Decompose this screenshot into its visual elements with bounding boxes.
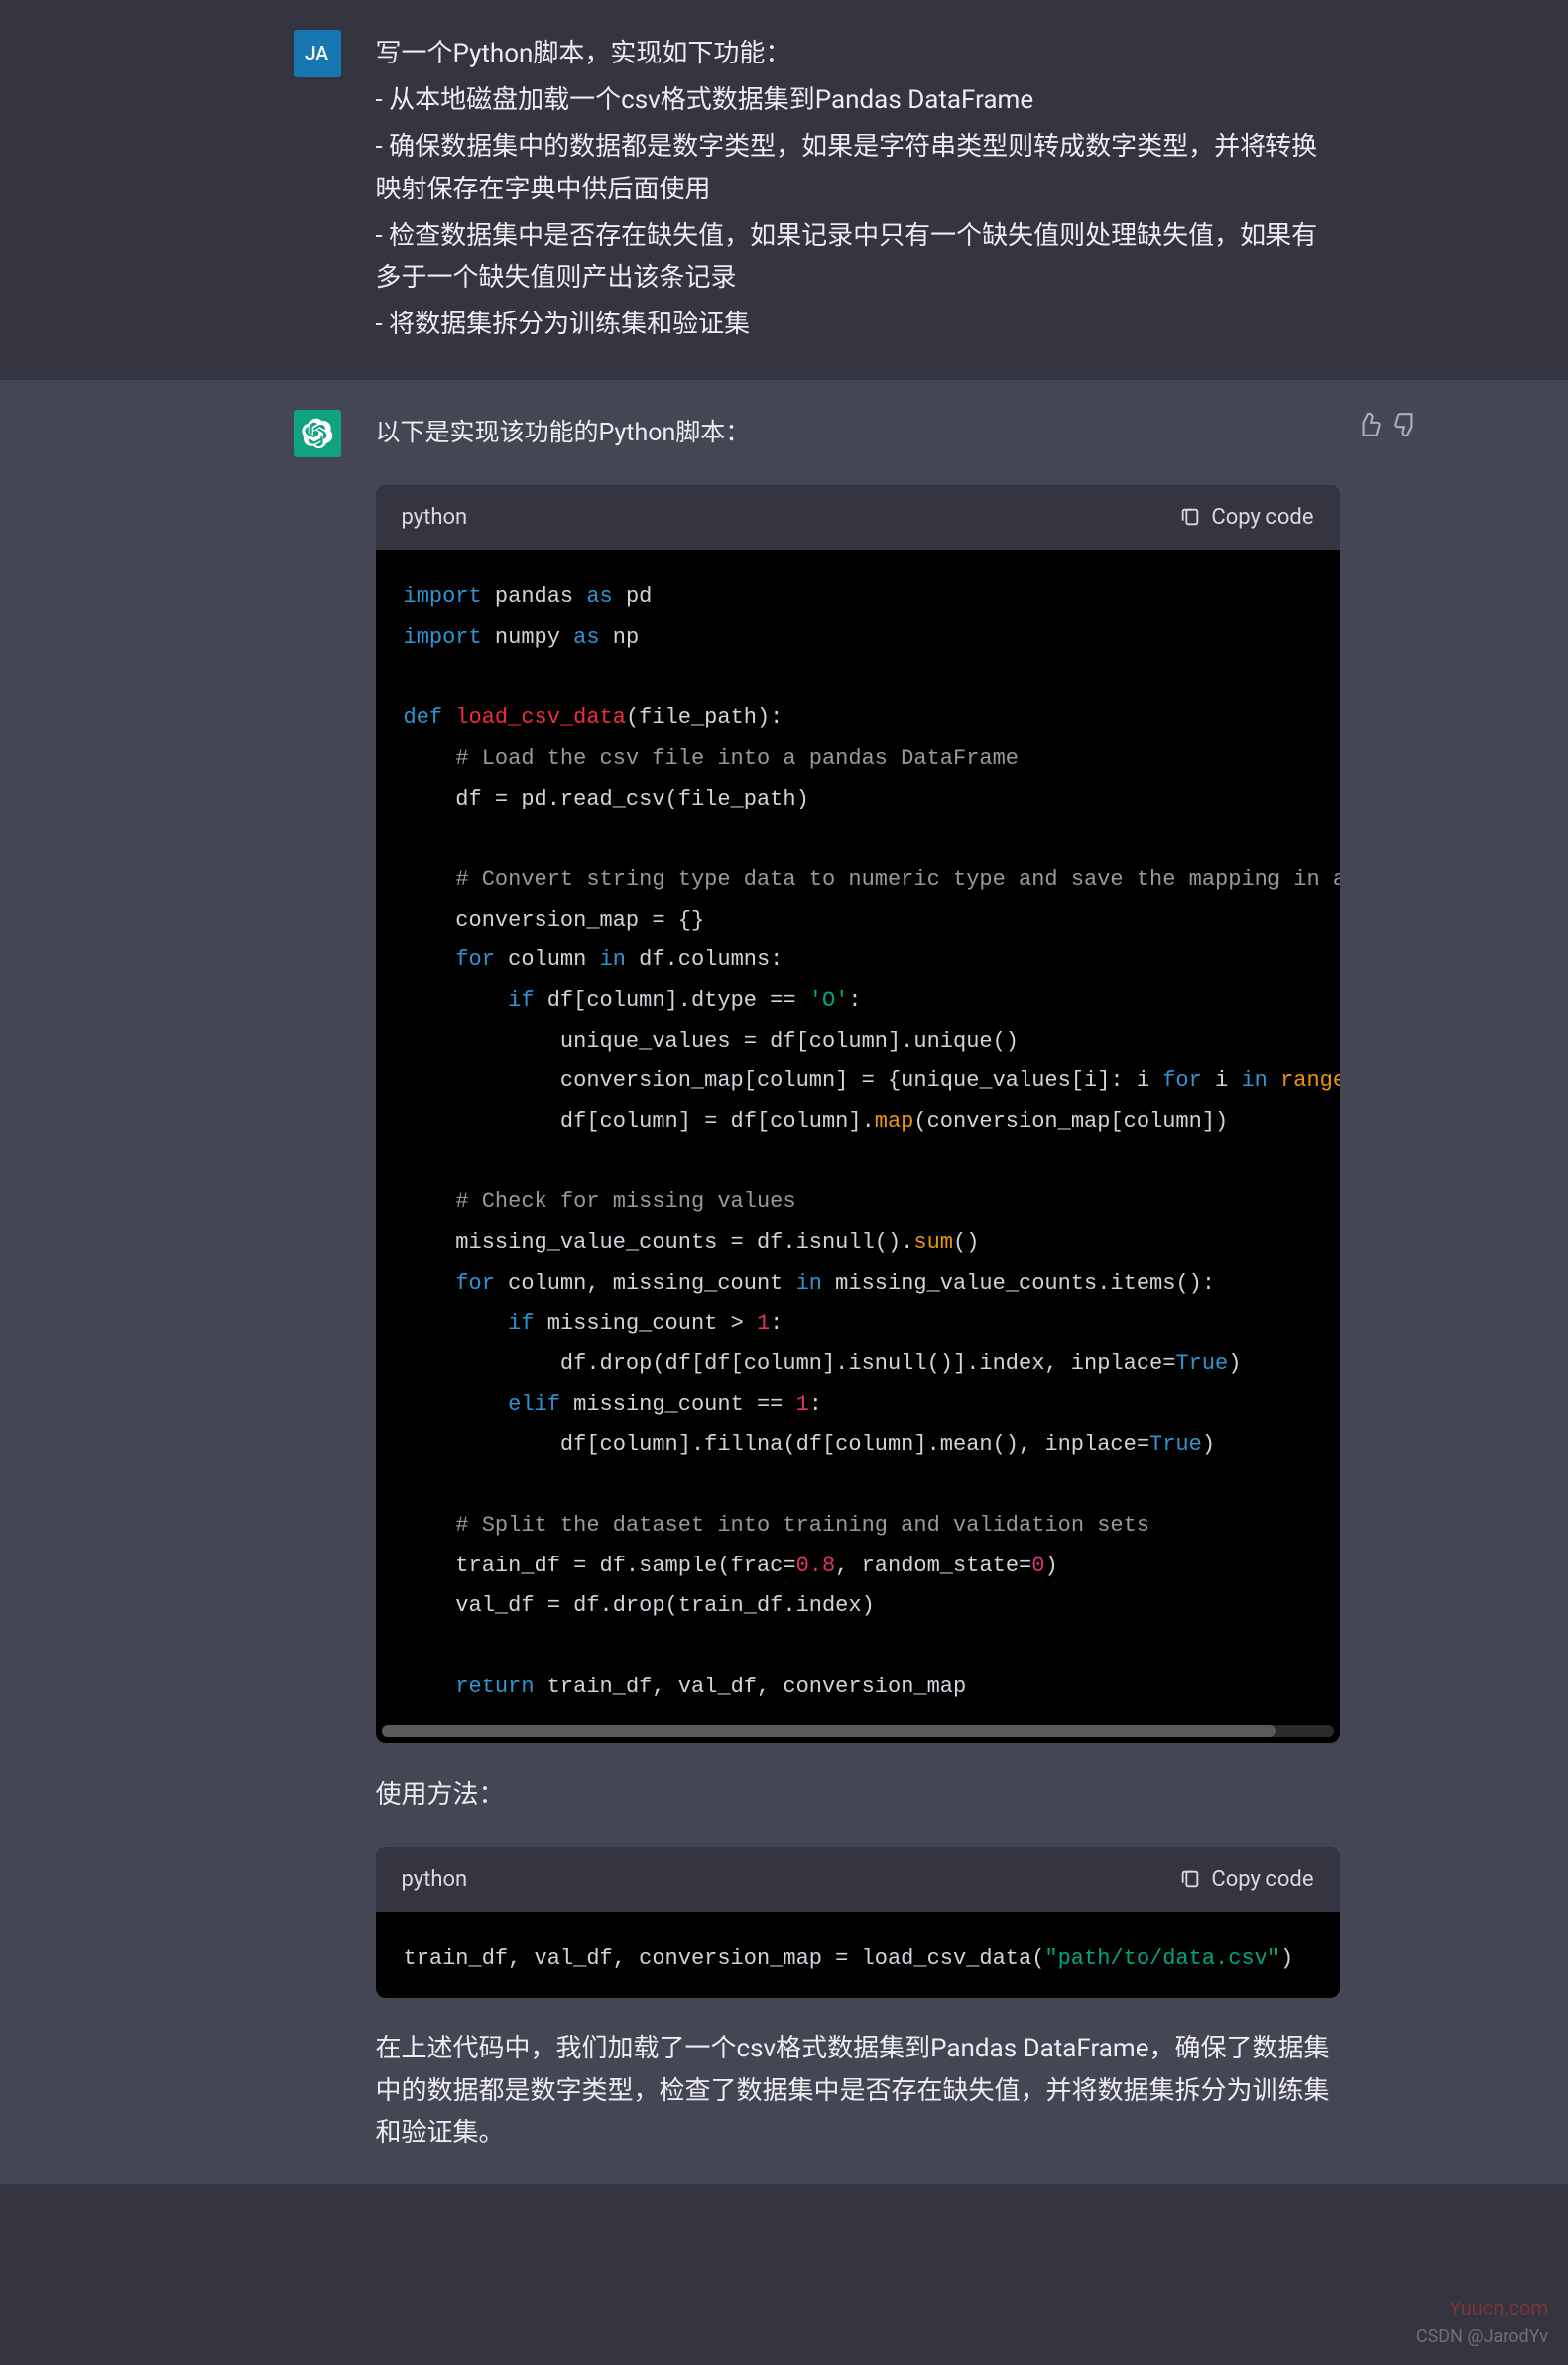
thumbs-down-button[interactable] (1393, 410, 1419, 452)
usage-heading: 使用方法： (376, 1773, 1340, 1816)
user-avatar: JA (294, 30, 341, 77)
clipboard-icon (1179, 506, 1201, 528)
user-message-line: - 确保数据集中的数据都是数字类型，如果是字符串类型则转成数字类型，并将转换映射… (376, 126, 1340, 211)
horizontal-scrollbar[interactable] (382, 1725, 1334, 1737)
code-content[interactable]: import pandas as pd import numpy as np d… (376, 550, 1340, 1725)
user-message: JA 写一个Python脚本，实现如下功能：- 从本地磁盘加载一个csv格式数据… (0, 0, 1568, 380)
assistant-summary: 在上述代码中，我们加载了一个csv格式数据集到Pandas DataFrame，… (376, 2028, 1340, 2156)
scrollbar-thumb[interactable] (382, 1725, 1276, 1737)
assistant-message: 以下是实现该功能的Python脚本： python Copy code impo… (0, 380, 1568, 2184)
user-message-text: 写一个Python脚本，实现如下功能：- 从本地磁盘加载一个csv格式数据集到P… (376, 33, 1340, 346)
code-block-usage: python Copy code train_df, val_df, conve… (376, 1847, 1340, 1998)
user-message-line: 写一个Python脚本，实现如下功能： (376, 33, 1340, 75)
assistant-intro: 以下是实现该功能的Python脚本： (376, 413, 1340, 455)
watermark-csdn: CSDN @JarodYv (1416, 2322, 1548, 2353)
clipboard-icon (1179, 1868, 1201, 1890)
copy-code-button[interactable]: Copy code (1179, 1861, 1313, 1898)
user-message-line: - 从本地磁盘加载一个csv格式数据集到Pandas DataFrame (376, 79, 1340, 122)
code-lang-label: python (402, 499, 468, 536)
copy-code-label: Copy code (1211, 499, 1313, 536)
assistant-avatar (294, 410, 341, 457)
code-content[interactable]: train_df, val_df, conversion_map = load_… (376, 1912, 1340, 1998)
user-message-line: - 检查数据集中是否存在缺失值，如果记录中只有一个缺失值则处理缺失值，如果有多于… (376, 215, 1340, 301)
user-avatar-initials: JA (305, 38, 328, 69)
thumbs-up-button[interactable] (1356, 410, 1382, 452)
watermark: Yuucn.com (1449, 2292, 1548, 2325)
code-lang-label: python (402, 1861, 468, 1898)
copy-code-label: Copy code (1211, 1861, 1313, 1898)
user-message-line: - 将数据集拆分为训练集和验证集 (376, 304, 1340, 346)
feedback-controls (1356, 410, 1419, 452)
code-block-main: python Copy code import pandas as pd imp… (376, 485, 1340, 1744)
copy-code-button[interactable]: Copy code (1179, 499, 1313, 536)
